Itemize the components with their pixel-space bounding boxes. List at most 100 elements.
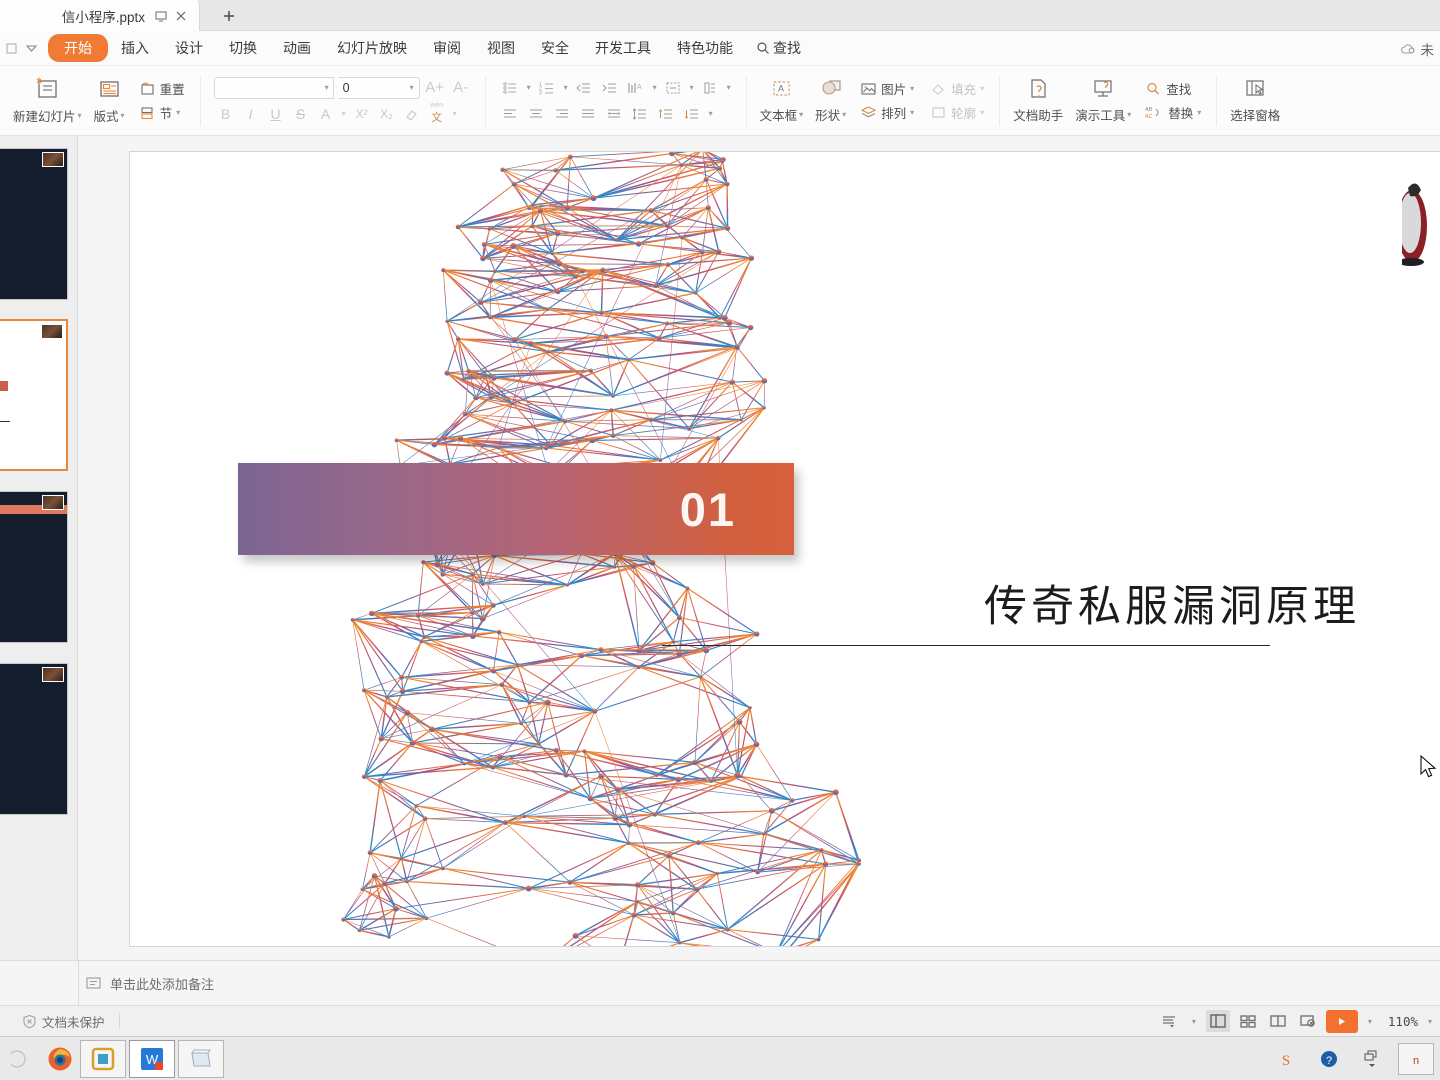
align-center-icon[interactable] (524, 103, 549, 125)
chevron-down-icon[interactable]: ▾ (450, 103, 460, 125)
underline-button[interactable]: U (264, 103, 288, 125)
tray-overflow[interactable]: n (1398, 1042, 1434, 1075)
chevron-down-icon[interactable]: ▾ (980, 84, 984, 93)
wps-presentation-icon[interactable]: W (129, 1039, 175, 1078)
font-color-button[interactable]: A (314, 103, 338, 125)
chevron-down-icon[interactable]: ▾ (524, 77, 534, 99)
chevron-down-icon[interactable]: ▾ (410, 83, 414, 92)
decrease-indent-icon[interactable] (572, 77, 597, 99)
chevron-down-icon[interactable]: ▾ (910, 84, 914, 93)
chevron-down-icon[interactable]: ▾ (842, 110, 846, 119)
chevron-down-icon[interactable]: ▾ (687, 77, 697, 99)
line-spacing-icon[interactable] (628, 103, 653, 125)
taskbar-start-icon[interactable] (6, 1042, 40, 1076)
chevron-down-icon[interactable]: ▾ (325, 83, 329, 92)
increase-spacing-icon[interactable] (654, 103, 679, 125)
layout-button[interactable]: 版式 ▾ (88, 74, 131, 127)
tab-transition[interactable]: 切换 (216, 34, 270, 62)
slide-title-text[interactable]: 传奇私服漏洞原理 (660, 572, 1400, 634)
align-right-icon[interactable] (550, 103, 575, 125)
superscript-button[interactable]: X² (350, 103, 374, 125)
protection-status[interactable]: 文档未保护 (0, 1012, 105, 1031)
slide-canvas-stage[interactable]: 01 传奇私服漏洞原理 (78, 136, 1440, 960)
subscript-button[interactable]: X₂ (375, 103, 399, 125)
customize-quick-access-icon[interactable] (22, 38, 40, 58)
save-quick-icon[interactable] (2, 38, 20, 58)
columns-icon[interactable] (698, 77, 723, 99)
shrink-font-button[interactable]: A- (450, 77, 472, 99)
chevron-down-icon[interactable]: ▾ (176, 108, 180, 117)
chevron-down-icon[interactable]: ▾ (561, 77, 571, 99)
chevron-down-icon[interactable]: ▾ (724, 77, 734, 99)
chevron-down-icon[interactable]: ▾ (650, 77, 660, 99)
find-button[interactable]: 查找 (1141, 78, 1205, 99)
textbox-button[interactable]: A 文本框 ▾ (754, 75, 810, 126)
tab-featured[interactable]: 特色功能 (664, 34, 746, 62)
picture-button[interactable]: 图片 ▾ (856, 78, 918, 99)
clear-format-icon[interactable] (400, 103, 424, 125)
chevron-down-icon[interactable]: ▾ (78, 111, 82, 120)
zoom-level-label[interactable]: 110% (1382, 1014, 1418, 1029)
tab-design[interactable]: 设计 (162, 34, 216, 62)
normal-view-icon[interactable] (1205, 1010, 1230, 1032)
tab-security[interactable]: 安全 (528, 34, 582, 62)
tab-developer-tools[interactable]: 开发工具 (582, 34, 664, 62)
reading-view-icon[interactable] (1266, 1010, 1290, 1032)
arrange-button[interactable]: 排列 ▾ (856, 102, 918, 123)
firefox-icon[interactable] (43, 1042, 77, 1076)
play-slideshow-button[interactable] (1325, 1009, 1358, 1033)
text-direction-icon[interactable]: A (624, 77, 649, 99)
menu-find-button[interactable]: 查找 (746, 34, 811, 62)
tab-insert[interactable]: 插入 (108, 34, 162, 62)
tab-slideshow[interactable]: 幻灯片放映 (324, 34, 420, 62)
current-slide[interactable]: 01 传奇私服漏洞原理 (130, 152, 1440, 946)
replace-button[interactable]: AB AC 替换 ▾ (1141, 102, 1205, 123)
slide-thumbnail-4[interactable] (0, 663, 68, 815)
align-left-icon[interactable] (498, 103, 523, 125)
close-tab-icon[interactable] (171, 6, 191, 26)
corner-decoration-image[interactable] (1402, 168, 1440, 268)
help-icon[interactable]: ? (1312, 1042, 1346, 1076)
new-tab-icon[interactable] (210, 0, 248, 31)
slide-sorter-icon[interactable] (1236, 1010, 1260, 1032)
chevron-down-icon[interactable]: ▾ (799, 110, 803, 119)
slide-thumbnail-2[interactable]: 原理 (0, 319, 68, 471)
show-desktop-icon[interactable] (1355, 1042, 1389, 1076)
decrease-spacing-icon[interactable] (680, 103, 705, 125)
presenter-view-icon[interactable] (1296, 1010, 1320, 1032)
notepad-icon[interactable] (178, 1039, 224, 1078)
slide-thumbnail-1[interactable] (0, 148, 68, 300)
sogou-input-icon[interactable]: S (1269, 1042, 1303, 1076)
font-size-input[interactable]: 0 ▾ (337, 76, 420, 99)
strikethrough-button[interactable]: S (289, 103, 313, 125)
distribute-icon[interactable] (602, 103, 627, 125)
account-area[interactable]: 未 (1400, 31, 1437, 66)
fill-button[interactable]: 填充 ▾ (926, 78, 988, 99)
bullet-list-icon[interactable] (498, 77, 523, 99)
restore-window-icon[interactable] (151, 6, 171, 26)
chevron-down-icon[interactable]: ▾ (1127, 110, 1131, 119)
section-button[interactable]: 节 ▾ (135, 102, 189, 123)
chevron-down-icon[interactable]: ▾ (706, 103, 716, 125)
vmware-icon[interactable] (80, 1039, 126, 1078)
bold-button[interactable]: B (214, 103, 238, 125)
numbered-list-icon[interactable]: 123 (535, 77, 560, 99)
notes-pane[interactable]: 单击此处添加备注 (0, 960, 1440, 1006)
chevron-down-icon[interactable]: ▾ (1188, 1010, 1200, 1032)
chevron-down-icon[interactable]: ▾ (1197, 108, 1201, 117)
chevron-down-icon[interactable]: ▾ (121, 111, 125, 120)
font-name-input[interactable]: ▾ (213, 76, 334, 99)
chevron-down-icon[interactable]: ▾ (1364, 1010, 1376, 1032)
tab-start[interactable]: 开始 (48, 34, 108, 62)
new-slide-button[interactable]: 新建幻灯片 ▾ (7, 74, 88, 127)
chevron-down-icon[interactable]: ▾ (910, 108, 914, 117)
slide-thumbnail-3[interactable] (0, 491, 68, 643)
phonetic-guide-button[interactable]: wén 文 (425, 102, 449, 125)
tab-animation[interactable]: 动画 (270, 34, 324, 62)
increase-indent-icon[interactable] (598, 77, 623, 99)
outline-view-icon[interactable] (1158, 1010, 1182, 1032)
select-pane-button[interactable]: 选择窗格 (1224, 75, 1286, 126)
align-text-icon[interactable] (661, 77, 686, 99)
present-tools-button[interactable]: 演示工具 ▾ (1069, 75, 1137, 126)
outline-button[interactable]: 轮廓 ▾ (926, 102, 988, 123)
